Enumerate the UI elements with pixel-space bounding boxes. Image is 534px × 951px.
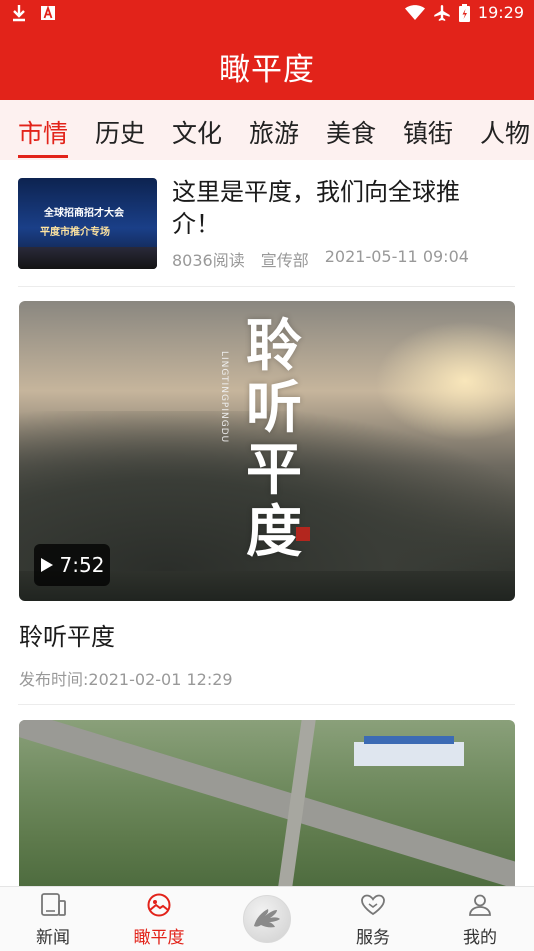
- nav-kanpingdu[interactable]: 瞰平度: [119, 887, 199, 951]
- article-thumbnail[interactable]: 全球招商招才大会 平度市推介专场: [18, 178, 157, 269]
- landscape-circle-icon: [147, 893, 171, 917]
- tab-wenhua[interactable]: 文化: [172, 114, 222, 150]
- thumb-text-bottom: 平度市推介专场: [40, 227, 110, 238]
- video-pinyin: LINGTINGPINGDU: [219, 351, 229, 444]
- nav-service[interactable]: 服务: [333, 887, 413, 951]
- status-time: 19:29: [477, 3, 524, 22]
- video-calligraphy-title: 聆听平度: [246, 313, 302, 565]
- tab-lvyou[interactable]: 旅游: [249, 114, 299, 150]
- nav-mine[interactable]: 我的: [440, 887, 520, 951]
- airplane-icon: [434, 4, 450, 21]
- news-feed[interactable]: 全球招商招才大会 平度市推介专场 这里是平度，我们向全球推介！ 8036阅读 宣…: [0, 160, 534, 886]
- wifi-icon: [404, 4, 425, 20]
- video-cover[interactable]: 聆听平度 LINGTINGPINGDU 7:52: [19, 301, 515, 601]
- duration-text: 7:52: [59, 553, 105, 577]
- app-bar: 瞰平度: [0, 28, 534, 100]
- heart-icon: [361, 894, 385, 916]
- article-date: 2021-05-11 09:04: [324, 247, 469, 266]
- a-icon: [41, 5, 55, 20]
- page-title: 瞰平度: [219, 52, 315, 88]
- center-hand-logo-button[interactable]: [243, 895, 291, 943]
- news-tablet-icon: [41, 893, 66, 916]
- nav-news[interactable]: 新闻: [13, 887, 93, 951]
- thumb-text-top: 全球招商招才大会: [44, 208, 124, 219]
- nav-label-mine: 我的: [463, 928, 497, 948]
- tab-meishi[interactable]: 美食: [326, 114, 376, 150]
- factory-building: [354, 742, 464, 766]
- play-icon: [40, 558, 53, 572]
- article-item[interactable]: 全球招商招才大会 平度市推介专场 这里是平度，我们向全球推介！ 8036阅读 宣…: [0, 160, 534, 286]
- tab-zhenjie[interactable]: 镇街: [403, 114, 453, 150]
- tab-renwu[interactable]: 人物: [480, 114, 530, 150]
- category-tabs: 市情 历史 文化 旅游 美食 镇街 人物: [0, 100, 534, 160]
- article-source: 宣传部: [260, 251, 309, 270]
- red-seal-stamp: [296, 527, 310, 541]
- video-title[interactable]: 聆听平度: [19, 617, 115, 652]
- read-count: 8036阅读: [172, 251, 245, 270]
- video-publish-time: 发布时间:2021-02-01 12:29: [19, 670, 233, 689]
- tab-shiqing[interactable]: 市情: [18, 114, 68, 150]
- active-tab-indicator: [18, 155, 68, 158]
- article-meta: 8036阅读 宣传部 2021-05-11 09:04: [172, 247, 469, 271]
- article-title[interactable]: 这里是平度，我们向全球推介！: [172, 176, 502, 240]
- tab-lishi[interactable]: 历史: [95, 114, 145, 150]
- nav-label-kanpingdu: 瞰平度: [133, 928, 185, 948]
- divider: [18, 286, 515, 287]
- battery-icon: [458, 3, 470, 22]
- status-bar: 19:29: [0, 0, 534, 28]
- divider: [18, 704, 515, 705]
- user-icon: [469, 894, 491, 916]
- download-icon: [13, 5, 25, 22]
- aerial-photo-cover[interactable]: [19, 720, 515, 886]
- audience-silhouette: [18, 247, 157, 269]
- nav-label-news: 新闻: [36, 928, 70, 948]
- nav-label-service: 服务: [356, 928, 390, 948]
- center-hand-logo-icon: [254, 909, 280, 928]
- factory-roof: [364, 736, 454, 744]
- video-duration-badge[interactable]: 7:52: [34, 544, 110, 586]
